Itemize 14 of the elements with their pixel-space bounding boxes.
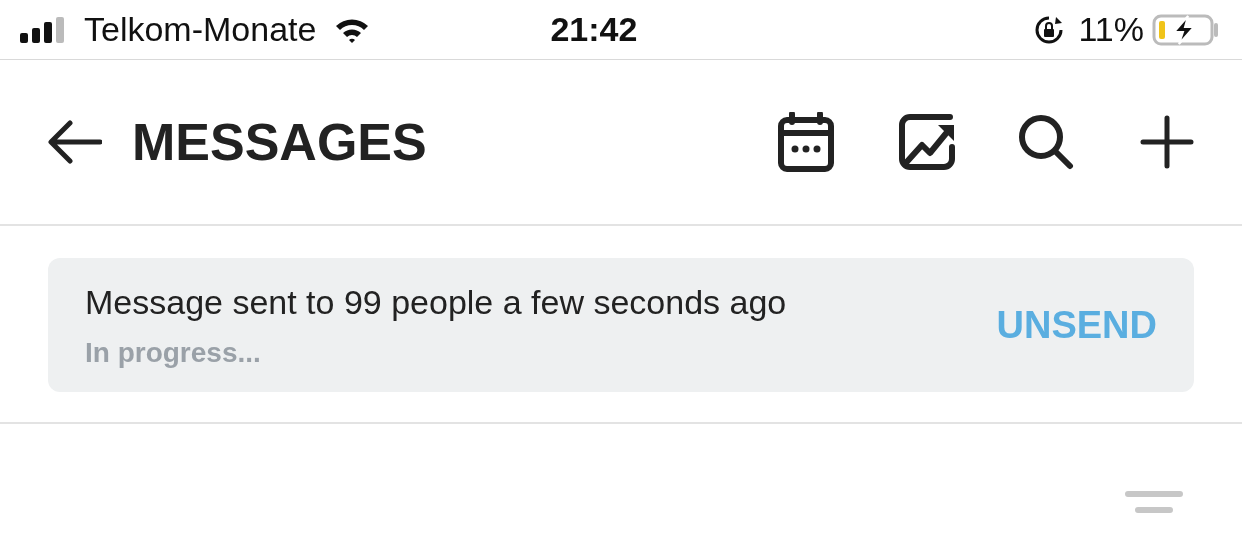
signal-icon (20, 16, 66, 43)
carrier-name: Telkom-Monate (84, 9, 317, 50)
page-title: MESSAGES (132, 112, 427, 173)
rotation-lock-icon (1034, 14, 1065, 45)
calendar-icon[interactable] (778, 112, 834, 172)
back-arrow-icon[interactable] (48, 120, 102, 164)
search-icon[interactable] (1018, 114, 1074, 170)
add-icon[interactable] (1140, 115, 1194, 169)
progress-status: In progress... (85, 335, 262, 370)
chart-image-icon[interactable] (898, 113, 956, 171)
battery-percentage: 11% (1078, 9, 1144, 50)
sent-message: Message sent to 99 people a few seconds ago (85, 281, 788, 323)
clock-time: 21:42 (550, 9, 638, 50)
unsend-button[interactable]: UNSEND (996, 296, 1157, 354)
